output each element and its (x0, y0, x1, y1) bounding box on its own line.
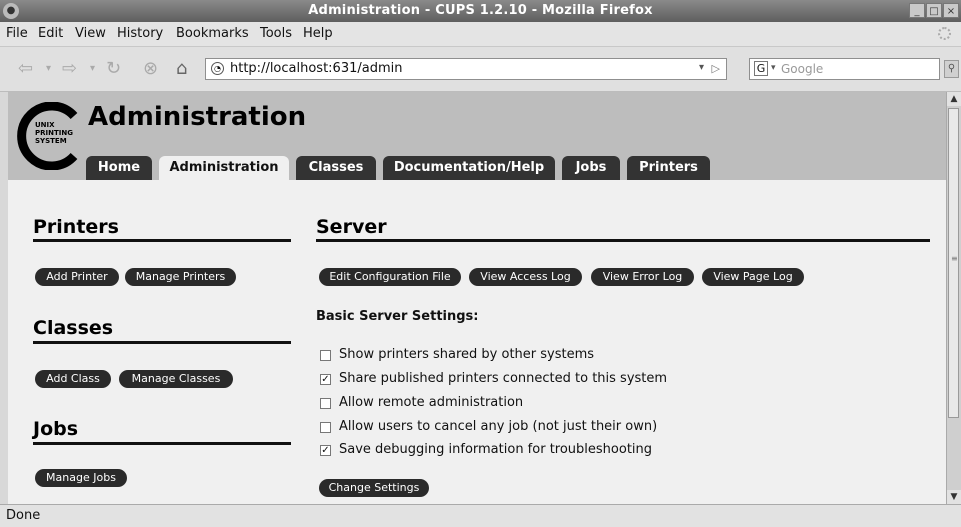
jobs-rule (33, 442, 291, 445)
tab-printers[interactable]: Printers (627, 156, 710, 180)
setting-label: Allow users to cancel any job (not just … (339, 419, 658, 434)
tab-home[interactable]: Home (86, 156, 152, 180)
forward-icon[interactable]: ⇨ (62, 59, 77, 79)
back-icon[interactable]: ⇦ (18, 59, 33, 79)
jobs-heading: Jobs (33, 418, 79, 440)
url-dropdown-icon[interactable]: ▾ (699, 62, 704, 73)
setting-label: Allow remote administration (339, 395, 524, 410)
change-settings-button[interactable]: Change Settings (319, 479, 429, 497)
reload-icon[interactable]: ↻ (106, 59, 121, 79)
add-class-button[interactable]: Add Class (35, 370, 111, 388)
minimize-icon[interactable]: _ (909, 3, 925, 18)
site-icon: ◔ (211, 62, 224, 75)
checkbox-show-printers[interactable] (320, 350, 331, 361)
manage-classes-button[interactable]: Manage Classes (119, 370, 233, 388)
edit-config-button[interactable]: Edit Configuration File (319, 268, 461, 286)
cups-logo: UNIX PRINTING SYSTEM (17, 102, 78, 170)
classes-rule (33, 341, 291, 344)
view-error-log-button[interactable]: View Error Log (591, 268, 694, 286)
home-icon[interactable]: ⌂ (176, 59, 187, 79)
back-dropdown-icon[interactable]: ▾ (46, 59, 51, 79)
classes-heading: Classes (33, 317, 114, 339)
go-icon[interactable]: ▷ (712, 62, 720, 75)
view-page-log-button[interactable]: View Page Log (702, 268, 804, 286)
manage-jobs-button[interactable]: Manage Jobs (35, 469, 127, 487)
maximize-icon[interactable]: □ (926, 3, 942, 18)
manage-printers-button[interactable]: Manage Printers (125, 268, 236, 286)
basic-settings-heading: Basic Server Settings: (316, 309, 479, 324)
checkbox-debug-logging[interactable]: ✓ (320, 445, 331, 456)
page-header: UNIX PRINTING SYSTEM Administration Home… (8, 92, 946, 180)
setting-label: Share published printers connected to th… (339, 371, 668, 386)
navigation-toolbar: ⇦ ▾ ⇨ ▾ ↻ ⊗ ⌂ ◔ http://localhost:631/adm… (0, 47, 961, 92)
url-text: http://localhost:631/admin (230, 61, 403, 76)
vertical-scrollbar[interactable]: ▲ ≡ ▼ (946, 92, 961, 504)
setting-label: Show printers shared by other systems (339, 347, 595, 362)
logo-text-printing: PRINTING (35, 129, 73, 137)
menu-bar: File Edit View History Bookmarks Tools H… (0, 22, 961, 47)
menu-bookmarks[interactable]: Bookmarks (176, 26, 249, 41)
logo-text-system: SYSTEM (35, 137, 67, 145)
server-heading: Server (316, 216, 387, 238)
status-bar: Done (0, 504, 961, 527)
scroll-grip-icon: ≡ (951, 254, 958, 263)
tab-classes[interactable]: Classes (296, 156, 376, 180)
window-controls: _ □ × (909, 3, 959, 18)
menu-edit[interactable]: Edit (38, 26, 63, 41)
window-title: Administration - CUPS 1.2.10 - Mozilla F… (308, 3, 653, 18)
add-printer-button[interactable]: Add Printer (35, 268, 119, 286)
tab-administration[interactable]: Administration (159, 156, 289, 180)
status-text: Done (6, 508, 41, 523)
tab-documentation-help[interactable]: Documentation/Help (383, 156, 555, 180)
forward-dropdown-icon[interactable]: ▾ (90, 59, 95, 79)
close-icon[interactable]: × (943, 3, 959, 18)
scroll-up-icon[interactable]: ▲ (947, 92, 961, 106)
page-title: Administration (88, 102, 307, 132)
engine-dropdown-icon[interactable]: ▾ (771, 63, 776, 73)
url-field[interactable]: ◔ http://localhost:631/admin ▾ ▷ (205, 58, 727, 80)
scroll-thumb[interactable]: ≡ (948, 108, 959, 418)
setting-label: Save debugging information for troublesh… (339, 442, 653, 457)
menu-tools[interactable]: Tools (260, 26, 292, 41)
search-placeholder: Google (781, 62, 824, 76)
page-content: UNIX PRINTING SYSTEM Administration Home… (8, 92, 946, 504)
tab-jobs[interactable]: Jobs (562, 156, 620, 180)
window-titlebar: ● Administration - CUPS 1.2.10 - Mozilla… (0, 0, 961, 22)
scroll-down-icon[interactable]: ▼ (947, 490, 961, 504)
checkbox-remote-admin[interactable] (320, 398, 331, 409)
menu-help[interactable]: Help (303, 26, 333, 41)
menu-view[interactable]: View (75, 26, 106, 41)
server-rule (316, 239, 930, 242)
search-icon[interactable]: ⚲ (944, 60, 959, 78)
menu-file[interactable]: File (6, 26, 28, 41)
logo-text-unix: UNIX (35, 121, 55, 129)
printers-heading: Printers (33, 216, 119, 238)
search-input[interactable]: G ▾ Google (749, 58, 940, 80)
google-icon[interactable]: G (754, 61, 768, 76)
menu-history[interactable]: History (117, 26, 163, 41)
view-access-log-button[interactable]: View Access Log (469, 268, 582, 286)
printers-rule (33, 239, 291, 242)
checkbox-share-printers[interactable]: ✓ (320, 374, 331, 385)
throbber-icon (938, 27, 951, 40)
stop-icon[interactable]: ⊗ (143, 59, 158, 79)
checkbox-cancel-any-job[interactable] (320, 422, 331, 433)
